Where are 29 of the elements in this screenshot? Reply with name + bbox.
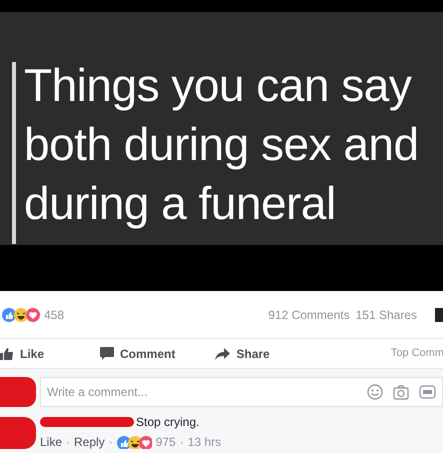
redaction-mark [0, 417, 36, 449]
comment-field[interactable]: Write a comment... [47, 383, 367, 401]
speech-bubble-icon [100, 347, 114, 360]
like-button[interactable]: Like [0, 344, 44, 362]
reaction-count: 458 [44, 306, 64, 324]
smiley-icon[interactable] [367, 384, 383, 400]
separator-dot: · [66, 434, 70, 451]
comment-text: Stop crying. [136, 414, 200, 431]
thumbs-up-icon [0, 347, 14, 360]
comment-button[interactable]: Comment [100, 344, 176, 362]
separator-dot: · [180, 434, 184, 451]
like-reaction-icon [2, 308, 16, 322]
redaction-mark [0, 377, 36, 407]
image-caption-line: during a funeral [24, 176, 337, 231]
image-caption-line: both during sex and [24, 117, 419, 172]
share-button[interactable]: Share [215, 344, 270, 362]
reaction-count: 975 [156, 434, 176, 451]
laughing-face-icon [14, 308, 28, 322]
separator-dot: · [108, 434, 113, 451]
comment-box[interactable]: Write a comment... [40, 377, 443, 407]
timestamp: 13 hrs [188, 434, 222, 451]
heart-reaction-icon [26, 308, 40, 322]
gif-icon[interactable] [419, 385, 436, 399]
comment-reply-link[interactable]: Reply [74, 433, 105, 451]
arrow-icon [215, 348, 230, 360]
image-caption-line: Things you can say [24, 58, 413, 113]
heart-reaction-icon [138, 436, 152, 448]
comment-like-link[interactable]: Like [40, 433, 62, 451]
camera-icon[interactable] [393, 384, 409, 400]
